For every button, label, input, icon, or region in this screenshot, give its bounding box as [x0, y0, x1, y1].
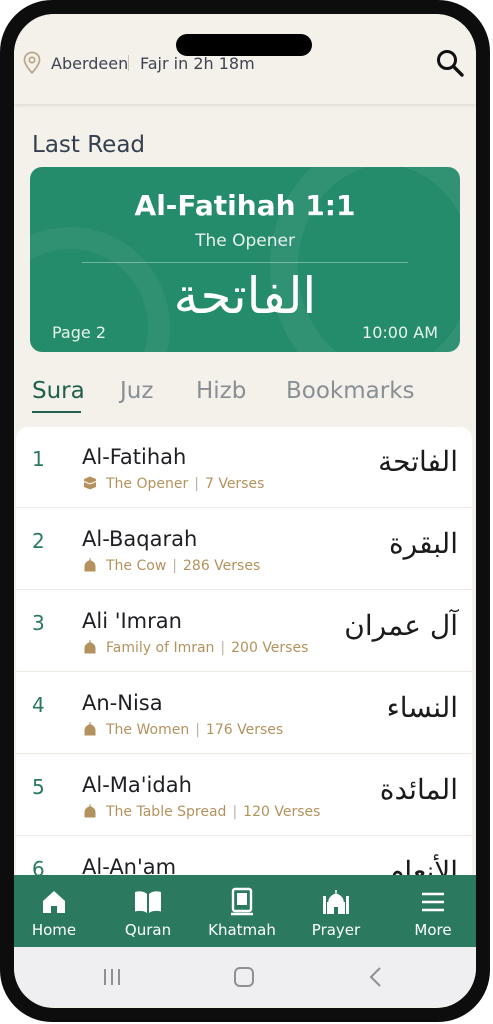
nav-home-label: Home	[31, 921, 77, 939]
surah-name: Al-Fatihah	[82, 445, 187, 469]
nav-prayer[interactable]: Prayer	[296, 875, 376, 947]
nav-khatmah-label: Khatmah	[208, 921, 276, 939]
list-tabs: Sura Juz Hizb Bookmarks	[32, 378, 462, 418]
surah-row[interactable]: 2 Al-Baqarah The Cow | 286 Verses البقرة	[16, 509, 472, 590]
tab-hizb[interactable]: Hizb	[196, 378, 246, 404]
top-bar: Aberdeen Fajr in 2h 18m	[14, 14, 476, 104]
nav-prayer-label: Prayer	[311, 921, 361, 939]
surah-arabic-name: النساء	[386, 691, 458, 724]
next-prayer-countdown: Fajr in 2h 18m	[140, 54, 255, 73]
last-read-surah-translation: The Opener	[195, 231, 295, 251]
last-read-card[interactable]: Al-Fatihah 1:1 The Opener الفاتحة Page 2…	[30, 167, 460, 352]
surah-number: 3	[32, 611, 45, 635]
last-read-surah-arabic: الفاتحة	[173, 267, 317, 325]
nav-home[interactable]: Home	[14, 875, 94, 947]
surah-number: 1	[32, 447, 45, 471]
kaaba-icon	[83, 476, 97, 490]
last-read-page: Page 2	[52, 323, 106, 342]
mosque-icon	[84, 804, 96, 818]
divider	[128, 55, 129, 71]
surah-meaning: The Women	[106, 722, 190, 738]
search-icon[interactable]	[435, 48, 465, 78]
surah-verses: 7 Verses	[204, 476, 265, 492]
surah-number: 2	[32, 529, 45, 553]
surah-meta: The Women | 176 Verses	[82, 721, 283, 738]
last-read-time: 10:00 AM	[362, 323, 438, 342]
mosque-icon	[323, 890, 349, 914]
surah-list[interactable]: 1 Al-Fatihah The Opener | 7 Verses الفاتحة…	[16, 427, 472, 887]
mosque-icon	[84, 722, 96, 736]
surah-name: An-Nisa	[82, 691, 163, 715]
surah-meta: The Table Spread | 120 Verses	[82, 803, 320, 820]
system-navigation-bar	[14, 947, 476, 1007]
surah-row[interactable]: 1 Al-Fatihah The Opener | 7 Verses الفاتحة	[16, 427, 472, 508]
book-icon	[135, 891, 161, 913]
mosque-icon	[84, 640, 96, 654]
surah-arabic-name: الفاتحة	[378, 445, 458, 478]
surah-meta: Family of Imran | 200 Verses	[82, 639, 308, 656]
nav-more[interactable]: More	[393, 875, 473, 947]
surah-verses: 286 Verses	[183, 558, 261, 574]
home-button-icon[interactable]	[230, 965, 258, 989]
back-icon[interactable]	[362, 965, 390, 989]
surah-arabic-name: المائدة	[379, 773, 458, 806]
nav-quran-label: Quran	[124, 921, 172, 939]
last-read-heading: Last Read	[32, 132, 146, 158]
surah-name: Al-Ma'idah	[82, 773, 192, 797]
recent-apps-icon[interactable]	[98, 965, 126, 989]
surah-verses: 176 Verses	[205, 722, 284, 738]
nav-khatmah[interactable]: Khatmah	[202, 875, 282, 947]
mosque-icon	[84, 558, 96, 572]
nav-quran[interactable]: Quran	[108, 875, 188, 947]
active-tab-indicator	[32, 411, 81, 413]
surah-meaning: The Opener	[106, 476, 189, 492]
surah-name: Ali 'Imran	[82, 609, 182, 633]
surah-number: 4	[32, 693, 45, 717]
tab-juz[interactable]: Juz	[120, 378, 153, 404]
camera-notch	[176, 34, 312, 56]
surah-row[interactable]: 3 Ali 'Imran Family of Imran | 200 Verses …	[16, 591, 472, 672]
card-divider	[82, 262, 408, 263]
location-label[interactable]: Aberdeen	[51, 54, 128, 73]
surah-row[interactable]: 5 Al-Ma'idah The Table Spread | 120 Verses…	[16, 755, 472, 836]
surah-name: Al-Baqarah	[82, 527, 198, 551]
menu-icon	[422, 892, 444, 912]
map-pin-icon	[23, 51, 41, 75]
tab-bookmarks[interactable]: Bookmarks	[286, 378, 415, 404]
home-icon	[43, 891, 65, 913]
surah-verses: 120 Verses	[243, 804, 321, 820]
nav-more-label: More	[414, 921, 452, 939]
phone-frame: Aberdeen Fajr in 2h 18m Last Read Al-Fat…	[0, 0, 490, 1022]
surah-meaning: The Table Spread	[106, 804, 227, 820]
surah-meta: The Cow | 286 Verses	[82, 557, 260, 574]
surah-arabic-name: البقرة	[388, 527, 458, 560]
surah-meaning: The Cow	[106, 558, 167, 574]
surah-number: 5	[32, 775, 45, 799]
surah-row[interactable]: 4 An-Nisa The Women | 176 Verses النساء	[16, 673, 472, 754]
surah-verses: 200 Verses	[231, 640, 309, 656]
surah-arabic-name: آل عمران	[344, 609, 458, 642]
quran-stand-icon	[231, 887, 253, 916]
bottom-navigation: Home Quran Khatmah Prayer More	[14, 875, 476, 947]
app-screen: Aberdeen Fajr in 2h 18m Last Read Al-Fat…	[14, 14, 476, 1008]
last-read-surah-title: Al-Fatihah 1:1	[134, 189, 356, 222]
tab-sura[interactable]: Sura	[32, 378, 85, 404]
surah-meaning: Family of Imran	[106, 640, 215, 656]
surah-meta: The Opener | 7 Verses	[82, 475, 264, 492]
